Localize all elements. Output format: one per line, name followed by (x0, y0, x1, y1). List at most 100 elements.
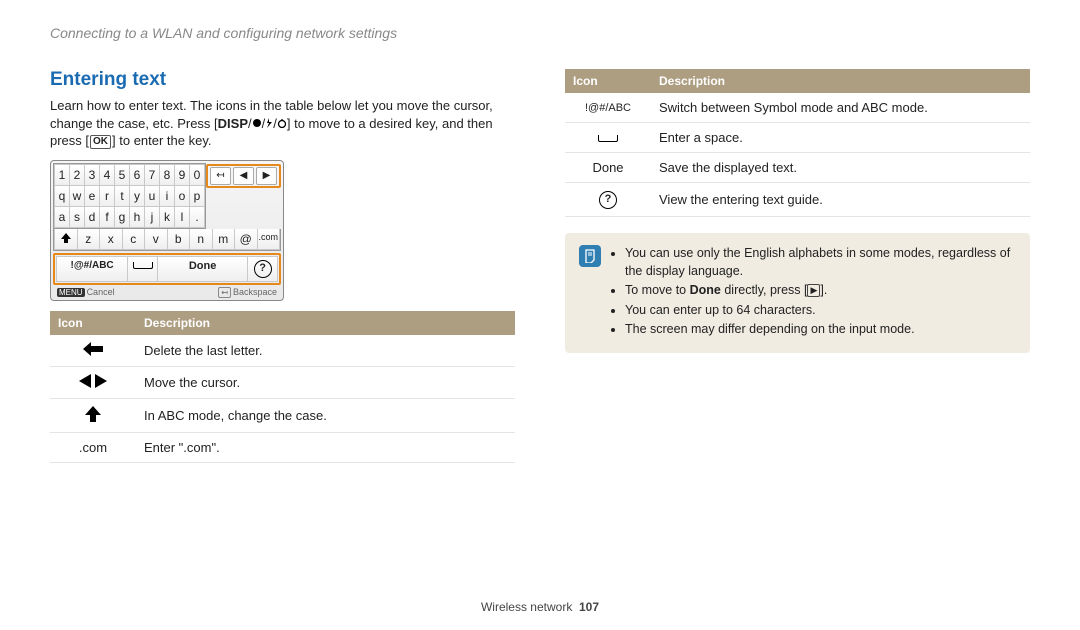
key[interactable]: f (100, 207, 114, 227)
disp-label: DISP (218, 116, 248, 131)
key[interactable]: o (175, 186, 189, 206)
section-title: Entering text (50, 69, 515, 91)
key[interactable]: t (115, 186, 129, 206)
key[interactable]: b (168, 229, 190, 249)
table-header-desc: Description (136, 311, 515, 335)
keyboard-footer: MENUCancel ↤Backspace (53, 285, 281, 298)
play-icon: ▶ (807, 284, 820, 297)
nav-keys-highlight: ↤ ◀ ▶ (206, 164, 281, 188)
desc-cell: Save the displayed text. (651, 153, 1030, 183)
left-column: Entering text Learn how to enter text. T… (50, 69, 515, 463)
desc-cell: Enter a space. (651, 123, 1030, 153)
key[interactable]: z (78, 229, 100, 249)
icon-table-left: Icon Description Delete the last letter.… (50, 311, 515, 463)
desc-cell: Enter ".com". (136, 432, 515, 462)
key[interactable]: i (160, 186, 174, 206)
done-icon: Done (565, 153, 651, 183)
symbol-mode-key[interactable]: !@#/ABC (57, 257, 127, 281)
done-key[interactable]: Done (158, 257, 247, 281)
key[interactable]: 5 (115, 165, 129, 185)
backspace-icon: ↤ (218, 287, 231, 298)
help-key[interactable]: ? (248, 257, 277, 281)
key[interactable]: w (70, 186, 84, 206)
cursor-right-key[interactable]: ▶ (256, 167, 277, 185)
flower-icon (252, 118, 262, 128)
table-header-icon: Icon (50, 311, 136, 335)
key[interactable]: s (70, 207, 84, 227)
backspace-arrow-icon (50, 335, 136, 367)
right-column: Icon Description !@#/ABC Switch between … (565, 69, 1030, 463)
key[interactable]: 8 (160, 165, 174, 185)
bolt-icon (265, 118, 273, 128)
table-row: Enter a space. (565, 123, 1030, 153)
key[interactable]: u (145, 186, 159, 206)
key[interactable]: q (55, 186, 69, 206)
onscreen-keyboard: ↤ ◀ ▶ 1234567890 qwertyuiop asdfghjkl. z… (50, 160, 284, 301)
footer-section: Wireless network (481, 600, 572, 614)
key[interactable]: 9 (175, 165, 189, 185)
table-header-icon: Icon (565, 69, 651, 93)
key[interactable]: h (130, 207, 144, 227)
key[interactable]: g (115, 207, 129, 227)
page-footer: Wireless network 107 (0, 600, 1080, 614)
intro-part3: ] to enter the key. (112, 133, 211, 148)
desc-cell: View the entering text guide. (651, 183, 1030, 217)
cursor-left-key[interactable]: ◀ (233, 167, 254, 185)
key[interactable]: 7 (145, 165, 159, 185)
note-icon (579, 245, 601, 267)
timer-icon (277, 118, 287, 128)
com-icon: .com (50, 432, 136, 462)
ok-icon: OK (90, 135, 111, 149)
desc-cell: In ABC mode, change the case. (136, 398, 515, 432)
key[interactable]: p (190, 186, 204, 206)
table-row: ? View the entering text guide. (565, 183, 1030, 217)
key[interactable]: m (213, 229, 235, 249)
shift-key[interactable] (55, 229, 77, 249)
symbol-abc-icon: !@#/ABC (565, 93, 651, 123)
move-cursor-icon (50, 366, 136, 398)
table-row: Delete the last letter. (50, 335, 515, 367)
table-row: In ABC mode, change the case. (50, 398, 515, 432)
desc-cell: Move the cursor. (136, 366, 515, 398)
key[interactable]: c (123, 229, 145, 249)
key[interactable]: 3 (85, 165, 99, 185)
note-list: You can use only the English alphabets i… (611, 245, 1016, 341)
key[interactable]: d (85, 207, 99, 227)
com-key[interactable]: .com (258, 229, 280, 249)
key[interactable]: n (190, 229, 212, 249)
menu-icon: MENU (57, 288, 85, 297)
shift-icon (50, 398, 136, 432)
key[interactable]: k (160, 207, 174, 227)
space-icon (565, 123, 651, 153)
key[interactable]: e (85, 186, 99, 206)
space-key[interactable] (128, 257, 157, 281)
key[interactable]: . (190, 207, 204, 227)
key[interactable]: l (175, 207, 189, 227)
table-row: Done Save the displayed text. (565, 153, 1030, 183)
note-item: You can use only the English alphabets i… (625, 245, 1016, 280)
note-item: To move to Done directly, press [▶]. (625, 282, 1016, 300)
key[interactable]: 2 (70, 165, 84, 185)
keyboard-grid: 1234567890 qwertyuiop asdfghjkl. (53, 163, 206, 229)
key[interactable]: r (100, 186, 114, 206)
note-item: The screen may differ depending on the i… (625, 321, 1016, 339)
page-number: 107 (579, 600, 599, 614)
key[interactable]: 1 (55, 165, 69, 185)
key[interactable]: x (100, 229, 122, 249)
breadcrumb: Connecting to a WLAN and configuring net… (50, 25, 1030, 41)
backspace-key[interactable]: ↤ (210, 167, 231, 185)
intro-text: Learn how to enter text. The icons in th… (50, 97, 515, 150)
key[interactable]: v (145, 229, 167, 249)
key[interactable]: j (145, 207, 159, 227)
note-item: You can enter up to 64 characters. (625, 302, 1016, 320)
key[interactable]: a (55, 207, 69, 227)
key[interactable]: 0 (190, 165, 204, 185)
key[interactable]: @ (235, 229, 257, 249)
key[interactable]: 4 (100, 165, 114, 185)
help-icon: ? (565, 183, 651, 217)
key[interactable]: y (130, 186, 144, 206)
key[interactable]: 6 (130, 165, 144, 185)
icon-table-right: Icon Description !@#/ABC Switch between … (565, 69, 1030, 217)
note-box: You can use only the English alphabets i… (565, 233, 1030, 353)
table-header-desc: Description (651, 69, 1030, 93)
